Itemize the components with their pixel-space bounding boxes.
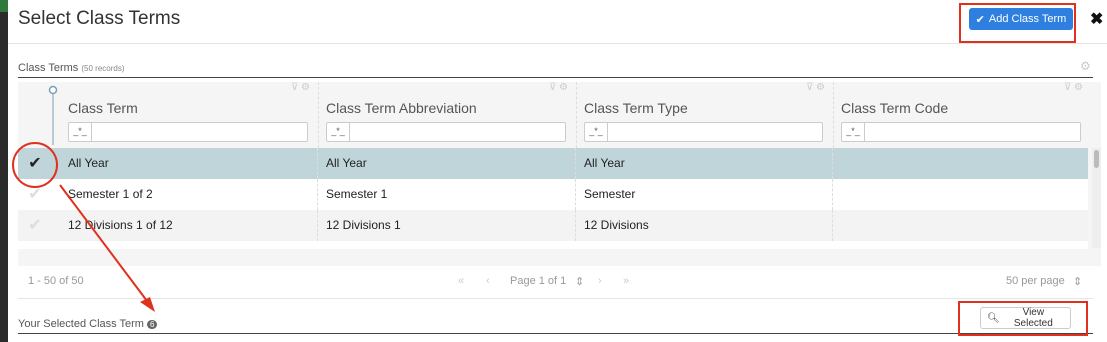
- selected-section-title: Your Selected Class Term: [18, 318, 144, 330]
- cell-class-term: 12 Divisions 1 of 12: [60, 210, 318, 241]
- column-label: Class Term: [68, 100, 138, 116]
- first-page-icon[interactable]: «: [458, 275, 464, 287]
- per-page-stepper-icon[interactable]: ⇕: [1073, 275, 1082, 288]
- column-class-term-code[interactable]: ⊽ ⚙ Class Term Code _*_: [833, 82, 1091, 148]
- cell-abbreviation: Semester 1: [318, 179, 576, 210]
- gear-icon[interactable]: ⚙: [1080, 59, 1091, 73]
- code-filter[interactable]: _*_: [841, 122, 1081, 142]
- abbreviation-filter[interactable]: _*_: [326, 122, 566, 142]
- column-label: Class Term Type: [584, 100, 688, 116]
- pager: 1 - 50 of 50 « ‹ Page 1 of 1 ⇕ › » 50 pe…: [18, 275, 1101, 295]
- filter-operator[interactable]: _*_: [327, 123, 350, 141]
- pager-range: 1 - 50 of 50: [28, 275, 84, 287]
- table-row[interactable]: ✔ All Year All Year All Year: [18, 148, 1088, 179]
- grid-section-label: Class Terms (50 records): [18, 62, 125, 74]
- annotation-box-view: [958, 301, 1088, 336]
- cell-abbreviation: 12 Divisions 1: [318, 210, 576, 241]
- column-label: Class Term Abbreviation: [326, 100, 477, 116]
- class-term-filter[interactable]: _*_: [68, 122, 308, 142]
- column-class-term-type[interactable]: ⊽ ⚙ Class Term Type _*_: [576, 82, 834, 148]
- per-page-select[interactable]: 50 per page: [1006, 275, 1065, 287]
- filter-icon[interactable]: ⊽ ⚙: [291, 82, 310, 93]
- selected-count-badge: 6: [146, 320, 158, 329]
- page-indicator[interactable]: Page 1 of 1: [510, 275, 566, 287]
- pager-divider: [18, 298, 1093, 299]
- cell-abbreviation: All Year: [318, 148, 576, 179]
- row-check-icon[interactable]: ✔: [18, 148, 52, 179]
- class-terms-grid: ⊽ ⚙ Class Term _*_ ⊽ ⚙ Class Term Abbrev…: [18, 82, 1101, 266]
- modal-title: Select Class Terms: [18, 8, 181, 29]
- table-row-partial: [18, 241, 1088, 249]
- selected-section-divider: [18, 333, 1093, 334]
- last-page-icon[interactable]: »: [623, 275, 629, 287]
- table-row[interactable]: ✔ 12 Divisions 1 of 12 12 Divisions 1 12…: [18, 210, 1088, 241]
- cell-class-term: All Year: [60, 148, 318, 179]
- cell-code: [833, 210, 1088, 241]
- filter-icon[interactable]: ⊽ ⚙: [806, 82, 825, 93]
- filter-icon[interactable]: ⊽ ⚙: [549, 82, 568, 93]
- filter-operator[interactable]: _*_: [69, 123, 92, 141]
- cell-class-term: Semester 1 of 2: [60, 179, 318, 210]
- grid-section-title: Class Terms: [18, 62, 79, 74]
- cell-type: All Year: [576, 148, 833, 179]
- column-label: Class Term Code: [841, 100, 949, 116]
- section-divider: [18, 77, 1093, 78]
- select-class-terms-modal: Select Class Terms ✔ Add Class Term ✖ Cl…: [8, 0, 1107, 342]
- record-count: (50 records): [81, 64, 125, 73]
- selected-section-label: Your Selected Class Term 6: [18, 318, 158, 330]
- prev-page-icon[interactable]: ‹: [486, 275, 490, 287]
- row-check-icon[interactable]: ✔: [18, 210, 52, 241]
- cell-type: 12 Divisions: [576, 210, 833, 241]
- close-icon[interactable]: ✖: [1090, 9, 1103, 29]
- annotation-box-add: [959, 3, 1076, 43]
- cell-code: [833, 179, 1088, 210]
- next-page-icon[interactable]: ›: [598, 275, 602, 287]
- table-row[interactable]: ✔ Semester 1 of 2 Semester 1 Semester: [18, 179, 1088, 210]
- left-sidebar-strip: [0, 0, 8, 342]
- page-stepper-icon[interactable]: ⇕: [575, 275, 584, 288]
- filter-operator[interactable]: _*_: [585, 123, 608, 141]
- cell-type: Semester: [576, 179, 833, 210]
- header-divider: [8, 43, 1107, 44]
- column-class-term[interactable]: ⊽ ⚙ Class Term _*_: [60, 82, 319, 148]
- grid-scrollbar[interactable]: [1092, 148, 1101, 248]
- filter-icon[interactable]: ⊽ ⚙: [1064, 82, 1083, 93]
- cell-code: [833, 148, 1088, 179]
- row-check-icon[interactable]: ✔: [18, 179, 52, 210]
- column-class-term-abbreviation[interactable]: ⊽ ⚙ Class Term Abbreviation _*_: [318, 82, 577, 148]
- filter-operator[interactable]: _*_: [842, 123, 865, 141]
- type-filter[interactable]: _*_: [584, 122, 823, 142]
